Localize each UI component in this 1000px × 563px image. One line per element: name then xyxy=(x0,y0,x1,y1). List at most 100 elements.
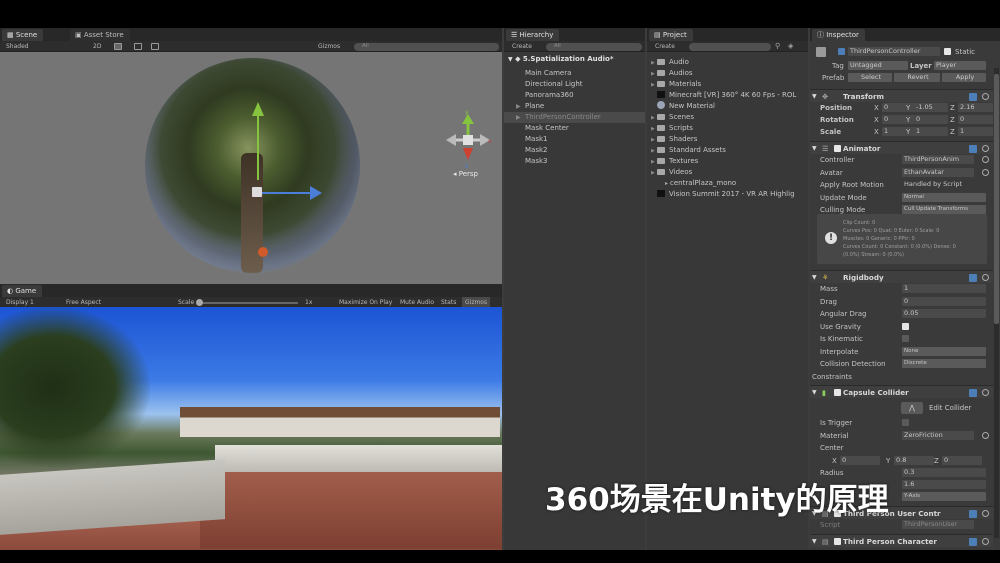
animator-help-icon[interactable] xyxy=(969,145,977,153)
transform-settings-icon[interactable] xyxy=(982,93,989,100)
move-gizmo-z-handle[interactable] xyxy=(258,247,268,257)
hierarchy-item[interactable]: Mask3 xyxy=(504,156,645,167)
transform-help-icon[interactable] xyxy=(969,93,977,101)
tab-project[interactable]: ▤ Project xyxy=(649,29,693,41)
edit-collider-button[interactable]: ⋀ xyxy=(901,402,923,414)
user-control-help-icon[interactable] xyxy=(969,510,977,518)
project-item[interactable]: ▶ Textures xyxy=(647,156,808,167)
animator-row-value[interactable]: EthanAvatar xyxy=(902,167,974,177)
scene-root-row[interactable]: ▼ ◆ 5.Spatialization Audio* xyxy=(504,54,645,65)
object-picker-icon[interactable] xyxy=(982,156,989,163)
audio-toggle-icon[interactable] xyxy=(134,43,142,50)
rigidbody-settings-icon[interactable] xyxy=(982,274,989,281)
hierarchy-item[interactable]: Mask1 xyxy=(504,134,645,145)
physic-material-field[interactable]: ZeroFriction xyxy=(902,430,974,440)
height-field[interactable]: 1.6 xyxy=(902,480,986,489)
effects-toggle-icon[interactable] xyxy=(151,43,159,50)
object-picker-icon[interactable] xyxy=(982,168,989,176)
hierarchy-item[interactable]: ▶ ThirdPersonController xyxy=(504,112,645,123)
tab-hierarchy[interactable]: ☰ Hierarchy xyxy=(506,29,560,41)
center-x-field[interactable]: 0 xyxy=(840,456,880,465)
capsule-enabled-checkbox[interactable] xyxy=(834,389,841,396)
transform-y-field[interactable]: -1.05 xyxy=(914,103,948,112)
filter-by-type-icon[interactable]: ⚲ xyxy=(775,41,780,52)
hierarchy-item[interactable]: ▶ Plane xyxy=(504,101,645,112)
animator-row-value[interactable]: Cull Update Transforms xyxy=(902,205,986,214)
project-item[interactable]: ▶ Scripts xyxy=(647,123,808,134)
hierarchy-search-input[interactable]: All xyxy=(546,43,642,51)
radius-field[interactable]: 0.3 xyxy=(902,468,986,477)
tab-game[interactable]: ◐ Game xyxy=(2,285,43,297)
direction-dropdown[interactable]: Y-Axis xyxy=(902,492,986,501)
panorama-sphere[interactable] xyxy=(145,58,360,273)
project-item[interactable]: ▶ Materials xyxy=(647,79,808,90)
animator-row-value[interactable]: Normal xyxy=(902,192,986,202)
move-gizmo-x-axis[interactable] xyxy=(258,192,316,194)
scene-gizmos-dropdown[interactable]: Gizmos xyxy=(318,41,340,52)
center-z-field[interactable]: 0 xyxy=(942,456,982,465)
rigidbody-row-value[interactable]: None xyxy=(902,346,986,356)
move-gizmo-x-arrow[interactable] xyxy=(310,186,322,200)
transform-x-field[interactable]: 1 xyxy=(882,127,916,136)
move-gizmo-center[interactable] xyxy=(252,187,262,197)
foldout-arrow-icon[interactable]: ▼ xyxy=(812,386,817,399)
character-enabled-checkbox[interactable] xyxy=(834,538,841,545)
animator-header[interactable]: ▼ ☰ Animator xyxy=(810,141,993,154)
expand-arrow-icon[interactable]: ▶ xyxy=(516,112,522,123)
center-y-field[interactable]: 0.8 xyxy=(894,456,934,465)
static-label[interactable]: Static xyxy=(955,46,975,58)
hierarchy-create-button[interactable]: Create xyxy=(512,41,532,52)
character-settings-icon[interactable] xyxy=(982,538,989,545)
scale-slider-thumb[interactable] xyxy=(196,299,203,306)
transform-z-field[interactable]: 0 xyxy=(958,115,993,124)
prefab-apply-button[interactable]: Apply xyxy=(942,73,986,82)
is-trigger-checkbox[interactable] xyxy=(902,419,909,426)
move-gizmo-y-arrow[interactable] xyxy=(252,102,264,116)
project-item[interactable]: ▶ Shaders xyxy=(647,134,808,145)
edit-collider-label[interactable]: Edit Collider xyxy=(929,404,971,412)
hierarchy-item[interactable]: Directional Light xyxy=(504,79,645,90)
project-item[interactable]: Minecraft [VR] 360° 4K 60 Fps - ROL xyxy=(647,90,808,101)
transform-x-field[interactable]: 0 xyxy=(882,103,916,112)
capsule-settings-icon[interactable] xyxy=(982,389,989,396)
capsule-help-icon[interactable] xyxy=(969,389,977,397)
prefab-revert-button[interactable]: Revert xyxy=(894,73,940,82)
toggle-2d[interactable]: 2D xyxy=(93,41,101,52)
projection-label[interactable]: ◂ Persp xyxy=(453,170,478,178)
project-item[interactable]: ▶ Audios xyxy=(647,68,808,79)
capsule-collider-header[interactable]: ▼ ▮ Capsule Collider xyxy=(810,385,993,398)
shading-dropdown[interactable]: Shaded xyxy=(6,41,29,52)
character-help-icon[interactable] xyxy=(969,538,977,546)
transform-z-field[interactable]: 1 xyxy=(958,127,993,136)
project-item[interactable]: ▶ Scenes xyxy=(647,112,808,123)
animator-settings-icon[interactable] xyxy=(982,145,989,152)
scale-slider[interactable] xyxy=(198,302,298,304)
scene-viewport[interactable]: y x z ◂ Persp xyxy=(0,52,502,309)
tab-asset-store[interactable]: ▣ Asset Store xyxy=(70,29,130,41)
transform-x-field[interactable]: 0 xyxy=(882,115,916,124)
project-create-button[interactable]: Create xyxy=(655,41,675,52)
rigidbody-row-value[interactable]: 1 xyxy=(902,284,986,293)
transform-header[interactable]: ▼ ✥ Transform xyxy=(810,89,993,102)
transform-y-field[interactable]: 0 xyxy=(914,115,948,124)
hierarchy-item[interactable]: Main Camera xyxy=(504,68,645,79)
hierarchy-item[interactable]: Mask Center xyxy=(504,123,645,134)
tab-scene[interactable]: ▦ Scene xyxy=(2,29,44,41)
expand-arrow-icon[interactable]: ▼ xyxy=(508,56,513,63)
animator-enabled-checkbox[interactable] xyxy=(834,145,841,152)
inspector-scroll-thumb[interactable] xyxy=(994,74,999,324)
hierarchy-item[interactable]: Mask2 xyxy=(504,145,645,156)
layer-dropdown[interactable]: Player xyxy=(934,61,986,70)
active-checkbox[interactable] xyxy=(838,48,845,55)
scene-search-input[interactable]: All xyxy=(354,43,499,51)
object-picker-icon[interactable] xyxy=(982,431,989,439)
hierarchy-item[interactable]: Panorama360 xyxy=(504,90,645,101)
is-kinematic-checkbox[interactable] xyxy=(902,335,909,342)
rigidbody-header[interactable]: ▼ ⚘ Rigidbody xyxy=(810,270,993,283)
project-item[interactable]: ▸ centralPlaza_mono xyxy=(647,178,808,189)
prefab-select-button[interactable]: Select xyxy=(848,73,892,82)
move-gizmo-y-axis[interactable] xyxy=(257,110,259,180)
project-item[interactable]: Vision Summit 2017 - VR AR Highlig xyxy=(647,189,808,200)
project-item[interactable]: ▶ Standard Assets xyxy=(647,145,808,156)
game-viewport[interactable] xyxy=(0,307,502,550)
